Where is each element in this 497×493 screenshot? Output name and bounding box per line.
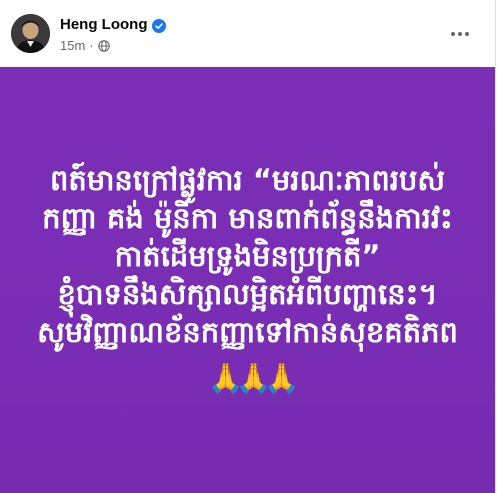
folded-hands-emoji: 🙏 bbox=[207, 361, 244, 395]
more-options-icon bbox=[451, 32, 469, 36]
globe-icon[interactable] bbox=[97, 39, 110, 52]
post-text: ពត៍មានក្រៅផ្លូវការ “មរណៈភាពរបស់កញ្ញា គង់… bbox=[37, 163, 458, 349]
avatar[interactable] bbox=[11, 14, 50, 53]
post-header: Heng Loong 15m · bbox=[0, 0, 496, 66]
post-timestamp[interactable]: 15m bbox=[60, 38, 85, 53]
author-row: Heng Loong bbox=[60, 16, 167, 33]
folded-hands-emoji: 🙏 bbox=[263, 361, 300, 395]
post-background: ពត៍មានក្រៅផ្លូវការ “មរណៈភាពរបស់កញ្ញា គង់… bbox=[0, 67, 495, 493]
folded-hands-emoji: 🙏 bbox=[235, 361, 272, 395]
avatar-image bbox=[11, 14, 50, 53]
post-meta: 15m · bbox=[60, 38, 110, 53]
post-card: Heng Loong 15m · ពត៍មានក្រៅផ្លូវការ “មរណ… bbox=[0, 0, 496, 493]
more-options-button[interactable] bbox=[446, 22, 474, 46]
meta-separator: · bbox=[89, 38, 94, 53]
author-name[interactable]: Heng Loong bbox=[60, 16, 147, 33]
post-content: ពត៍មានក្រៅផ្លូវការ “មរណៈភាពរបស់កញ្ញា គង់… bbox=[28, 161, 468, 395]
verified-badge-icon bbox=[152, 18, 167, 33]
